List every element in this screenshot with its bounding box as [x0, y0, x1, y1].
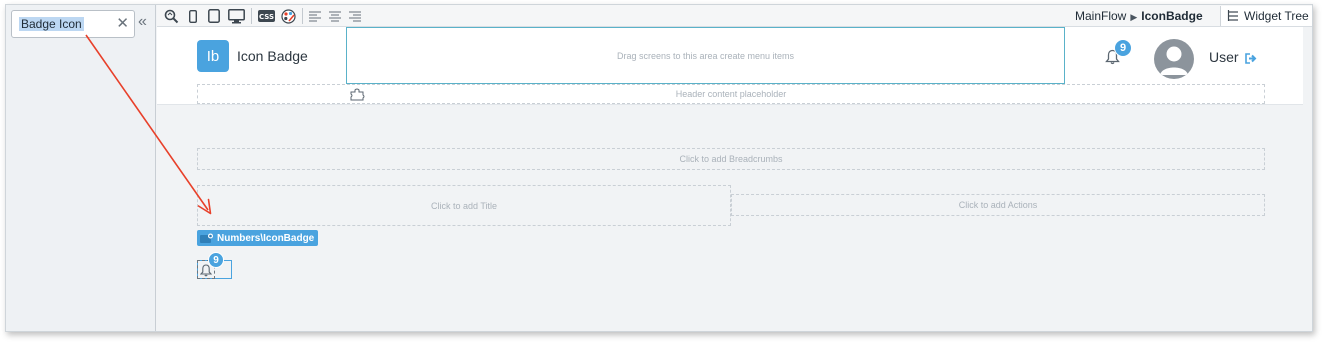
widget-tree-label: Widget Tree [1244, 9, 1309, 23]
selected-widget-label[interactable]: Numbers\IconBadge [197, 230, 319, 246]
menu-dropzone[interactable]: Drag screens to this area create menu it… [346, 27, 1065, 84]
app-logo[interactable]: Ib [197, 40, 229, 72]
theme-palette-icon[interactable] [280, 8, 297, 24]
left-panel: Badge Icon ✕ « [6, 5, 156, 331]
toolbar: CSS MainFlow ▶ IconBadge Widget Tree [157, 5, 1312, 27]
puzzle-icon [350, 88, 365, 106]
search-value[interactable]: Badge Icon [19, 17, 84, 31]
user-name[interactable]: User [1209, 49, 1239, 65]
avatar[interactable] [1154, 39, 1194, 79]
actions-placeholder[interactable]: Click to add Actions [731, 194, 1265, 216]
title-placeholder[interactable]: Click to add Title [197, 185, 731, 226]
tree-icon [1227, 10, 1238, 21]
search-input[interactable]: Badge Icon ✕ [11, 10, 135, 38]
block-icon [200, 233, 213, 243]
chevron-right-icon: ▶ [1130, 12, 1138, 22]
desktop-icon[interactable] [227, 8, 245, 24]
css-icon[interactable]: CSS [257, 8, 275, 24]
breadcrumbs-placeholder[interactable]: Click to add Breadcrumbs [197, 148, 1265, 170]
toolbar-divider [302, 8, 303, 24]
widget-tree-button[interactable]: Widget Tree [1220, 6, 1312, 26]
close-icon[interactable]: ✕ [116, 15, 129, 33]
align-right-icon[interactable] [348, 8, 361, 24]
align-left-icon[interactable] [308, 8, 321, 24]
logout-icon[interactable] [1245, 51, 1258, 69]
breadcrumb: MainFlow ▶ IconBadge [1075, 9, 1203, 23]
preview-icon[interactable] [163, 8, 179, 24]
widget-badge: 9 [208, 252, 224, 268]
app-header: Ib Icon Badge Drag screens to this area … [157, 27, 1303, 105]
screen-canvas: Ib Icon Badge Drag screens to this area … [157, 27, 1303, 331]
widget-label-text: Numbers\IconBadge [217, 232, 315, 244]
collapse-panel-icon[interactable]: « [138, 14, 147, 30]
app-window: Badge Icon ✕ « CSS MainFlow ▶ IconBadge … [5, 4, 1313, 332]
tablet-icon[interactable] [207, 8, 221, 24]
app-name[interactable]: Icon Badge [237, 48, 308, 64]
bell-icon[interactable] [199, 264, 213, 282]
toolbar-divider [251, 8, 252, 24]
breadcrumb-screen[interactable]: IconBadge [1141, 9, 1202, 23]
align-center-icon[interactable] [328, 8, 341, 24]
phone-icon[interactable] [188, 8, 198, 24]
notification-badge: 9 [1114, 39, 1132, 57]
breadcrumb-flow[interactable]: MainFlow [1075, 9, 1126, 23]
svg-text:CSS: CSS [258, 13, 273, 21]
